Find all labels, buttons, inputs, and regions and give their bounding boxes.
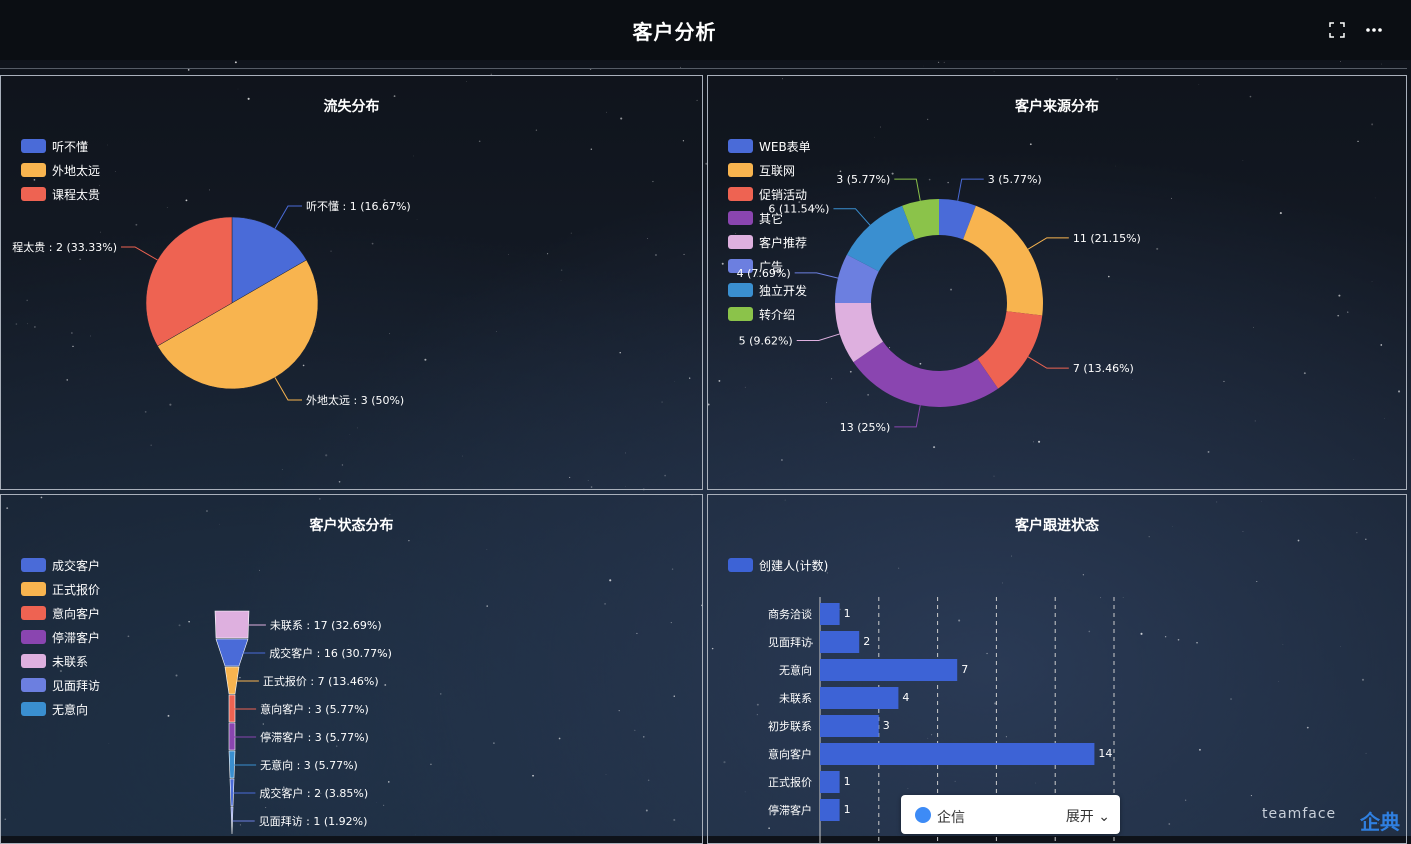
- data-label: 3 (5.77%): [836, 173, 890, 186]
- data-label: 5 (9.62%): [739, 334, 793, 347]
- bar: [820, 715, 879, 737]
- data-label: 4 (7.69%): [737, 267, 791, 280]
- bar: [820, 659, 957, 681]
- star: [938, 62, 939, 63]
- status-funnel-chart: 未联系 : 17 (32.69%) 成交客户 : 16 (30.77%) 正式报价 …: [1, 495, 702, 843]
- data-label: 程太贵 : 2 (33.33%): [12, 241, 117, 254]
- star: [1340, 61, 1341, 62]
- category-label: 正式报价: [768, 775, 812, 789]
- data-label: 听不懂 : 1 (16.67%): [306, 200, 411, 213]
- category-label: 未联系: [779, 692, 812, 705]
- watermark-text: teamface: [1262, 806, 1336, 822]
- bar: [820, 603, 840, 625]
- followup-bar-chart: 商务洽谈 1 见面拜访 2 无意向 7 未联系 4 初步联系 3 意向客户 14 正式报价 1 停滞客户 1: [708, 495, 1406, 843]
- star: [944, 62, 945, 63]
- label-leader-line: [275, 377, 302, 400]
- data-label: 停滞客户 : 3 (5.77%): [260, 730, 369, 744]
- data-label: 见面拜访 : 1 (1.92%): [259, 815, 368, 828]
- data-label: 11 (21.15%): [1073, 232, 1141, 245]
- value-label: 14: [1098, 747, 1112, 760]
- value-label: 1: [844, 775, 851, 788]
- chat-expand-label: 展开: [1066, 809, 1094, 825]
- category-label: 商务洽谈: [768, 607, 812, 621]
- pie-slice: [963, 206, 1043, 316]
- star: [994, 71, 995, 72]
- value-label: 3: [883, 719, 890, 732]
- value-label: 1: [844, 803, 851, 816]
- header-divider: [0, 68, 1407, 69]
- chevron-down-icon: ⌄: [1098, 809, 1110, 825]
- panel-status: 客户状态分布 成交客户 正式报价 意向客户 停滞客户 未联系 见面拜访 无意向 …: [0, 494, 703, 844]
- data-label: 正式报价 : 7 (13.46%): [263, 674, 379, 688]
- label-leader-line: [121, 247, 158, 260]
- bar: [820, 631, 859, 653]
- chat-name: 企信: [937, 807, 965, 827]
- value-label: 2: [863, 635, 870, 648]
- data-label: 7 (13.46%): [1073, 362, 1134, 375]
- data-label: 13 (25%): [840, 421, 891, 434]
- bar: [820, 771, 840, 793]
- more-options-icon[interactable]: [1364, 20, 1384, 40]
- label-leader-line: [894, 405, 920, 427]
- pie-slice: [853, 342, 998, 407]
- header-bar: 客户分析: [0, 0, 1411, 60]
- label-leader-line: [894, 179, 920, 201]
- data-label: 6 (11.54%): [768, 203, 829, 216]
- fullscreen-icon[interactable]: [1327, 20, 1347, 40]
- value-label: 7: [961, 663, 968, 676]
- data-label: 3 (5.77%): [988, 173, 1042, 186]
- bar: [820, 743, 1094, 765]
- label-leader-line: [1028, 238, 1069, 249]
- star: [1381, 64, 1382, 65]
- panel-churn: 流失分布 听不懂 外地太远 课程太贵 听不懂 : 1 (16.67%)外地太远 …: [0, 75, 703, 490]
- panel-source: 客户来源分布 WEB表单 互联网 促销活动 其它 客户推荐 广告 独立开发 转介…: [707, 75, 1407, 490]
- data-label: 未联系 : 17 (32.69%): [270, 619, 382, 632]
- label-leader-line: [1028, 357, 1069, 368]
- label-leader-line: [275, 206, 302, 229]
- data-label: 外地太远 : 3 (50%): [306, 394, 404, 407]
- data-label: 成交客户 : 2 (3.85%): [259, 786, 368, 800]
- brand-logo: 企典: [1360, 806, 1400, 835]
- value-label: 4: [902, 691, 909, 704]
- data-label: 成交客户 : 16 (30.77%): [269, 646, 392, 660]
- category-label: 初步联系: [768, 719, 812, 733]
- data-label: 无意向 : 3 (5.77%): [260, 758, 358, 772]
- bar: [820, 687, 898, 709]
- category-label: 无意向: [779, 663, 812, 677]
- chat-expand-button[interactable]: 展开 ⌄: [1066, 806, 1110, 826]
- value-label: 1: [844, 607, 851, 620]
- label-leader-line: [797, 334, 840, 341]
- bar: [820, 799, 840, 821]
- label-leader-line: [795, 273, 838, 278]
- category-label: 停滞客户: [768, 803, 812, 817]
- category-label: 见面拜访: [768, 636, 812, 649]
- label-leader-line: [833, 209, 870, 225]
- data-label: 意向客户 : 3 (5.77%): [260, 702, 369, 716]
- page-title: 客户分析: [0, 16, 1349, 45]
- label-leader-line: [958, 179, 984, 201]
- star: [188, 69, 190, 71]
- source-donut-chart: 3 (5.77%) 11 (21.15%) 7 (13.46%) 13 (25%) 5 …: [708, 76, 1406, 489]
- chat-bubble-icon: [915, 807, 931, 823]
- category-label: 意向客户: [768, 747, 812, 761]
- churn-pie-chart: 听不懂 : 1 (16.67%) 外地太远 : 3 (50%) 程太贵 : 2 (3…: [1, 76, 702, 489]
- panel-followup: 客户跟进状态 创建人(计数) 商务洽谈1见面拜访2无意向7未联系4初步联系3意向…: [707, 494, 1407, 844]
- chat-widget[interactable]: 企信 展开 ⌄: [901, 795, 1120, 834]
- star: [235, 61, 237, 63]
